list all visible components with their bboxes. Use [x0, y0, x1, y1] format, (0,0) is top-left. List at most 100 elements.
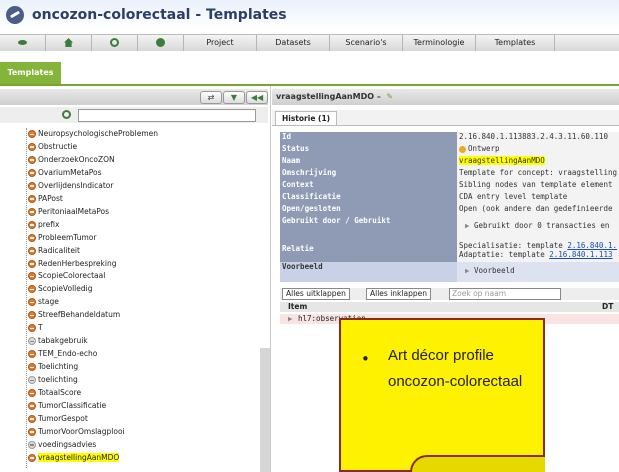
- prop-value-open: Open (ook andere dan gedefinieerde: [456, 204, 619, 216]
- tree-item[interactable]: stage: [28, 296, 59, 308]
- tree-item-label: TEM_Endo-echo: [38, 349, 98, 359]
- collapse-panel-button[interactable]: ◀◀: [246, 91, 268, 104]
- relatie-adaptatie-link[interactable]: 2.16.840.1.113: [549, 250, 612, 259]
- tree-item[interactable]: StreefBehandeldatum: [28, 309, 120, 321]
- tree-item[interactable]: tabakgebruik: [28, 335, 88, 347]
- tab-strip: [0, 51, 619, 86]
- template-icon: [28, 259, 36, 268]
- template-icon: [28, 194, 36, 203]
- template-header: vraagstellingAanMDO – ✎: [272, 89, 619, 105]
- tree-search-row: [0, 107, 268, 123]
- prop-key-classificatie: Classificatie: [280, 192, 457, 204]
- status-value: Ontwerp: [467, 144, 500, 153]
- tree-item[interactable]: Radicaliteit: [28, 245, 80, 257]
- prop-key-naam: Naam: [280, 156, 457, 168]
- tree-item[interactable]: TotaalScore: [28, 387, 82, 399]
- tree-item[interactable]: voedingsadvies: [28, 439, 96, 451]
- template-icon: [28, 311, 36, 320]
- view-icon-button[interactable]: [0, 35, 46, 51]
- template-tree-panel: ⇄ ▼ ◀◀ NeuropsychologischeProblemen Obstr…: [0, 86, 271, 472]
- tree-item-label: PeritoniaalMetaPos: [38, 206, 110, 216]
- relatie-specialisatie-label: Specialisatie: template: [458, 241, 568, 250]
- tree-item[interactable]: TumorGespot: [28, 413, 88, 425]
- refresh-button[interactable]: ⇄: [200, 91, 222, 104]
- tree-item[interactable]: TumorClassificatie: [28, 400, 106, 412]
- menu-item-scenarios[interactable]: Scenario's: [330, 35, 403, 51]
- main-menu: Project Datasets Scenario's Terminologie…: [0, 34, 619, 52]
- eye-icon: [18, 40, 27, 45]
- expand-arrow-icon: ▶: [464, 221, 474, 230]
- prop-value-relatie: Specialisatie: template 2.16.840.1. Adap…: [456, 238, 619, 262]
- search-by-name-input[interactable]: Zoek op naam: [449, 288, 561, 300]
- tree-item-label: ScopieVolledig: [38, 284, 93, 294]
- filter-button[interactable]: ▼: [223, 91, 245, 104]
- tree-item[interactable]: PAPost: [28, 193, 63, 205]
- template-icon: [28, 142, 36, 151]
- tree-item[interactable]: TumorVoorOmslagplooi: [28, 426, 125, 438]
- gear-icon: [156, 38, 165, 47]
- expand-all-button[interactable]: Alles uitklappen: [282, 288, 350, 300]
- template-icon: [28, 324, 36, 333]
- menu-item-project[interactable]: Project: [184, 35, 257, 51]
- menu-item-terminologie[interactable]: Terminologie: [403, 35, 476, 51]
- tree-item[interactable]: ScopieVolledig: [28, 283, 93, 295]
- annotation-note: • Art décor profile oncozon-colorectaal: [339, 318, 545, 472]
- prop-value-gebruikt[interactable]: ▶ Gebruikt door 0 transacties en: [456, 216, 619, 238]
- tree-item[interactable]: ScopieColorectaal: [28, 270, 106, 282]
- tree-item-label: vraagstellingAanMDO: [38, 452, 120, 462]
- tree-item-label: Obstructie: [38, 141, 78, 151]
- tree-item-label: ScopieColorectaal: [38, 271, 106, 281]
- template-icon: [28, 363, 36, 372]
- settings-button[interactable]: [138, 35, 184, 51]
- template-icon: [28, 298, 36, 307]
- tree-item[interactable]: T: [28, 322, 43, 334]
- tree-item-label: OnderzoekOncoZON: [38, 154, 115, 164]
- expand-arrow-icon: ▶: [288, 314, 293, 323]
- tree-item-label: prefix: [38, 219, 60, 229]
- tree-item-label: TumorVoorOmslagplooi: [38, 426, 125, 436]
- tree-controls: Alles uitklappen Alles inklappen Zoek op…: [280, 288, 619, 300]
- tree-item[interactable]: toelichting: [28, 374, 78, 386]
- tree-item[interactable]: vraagstellingAanMDO: [28, 452, 120, 464]
- tree-search-input[interactable]: [78, 109, 256, 122]
- menu-item-more[interactable]: [555, 35, 618, 51]
- tab-templates[interactable]: Templates: [0, 62, 61, 84]
- prop-value-voorbeeld[interactable]: ▶ Voorbeeld: [456, 262, 619, 282]
- tree-item[interactable]: OnderzoekOncoZON: [28, 154, 115, 166]
- menu-item-templates[interactable]: Templates: [476, 35, 555, 51]
- detail-tabs: Historie (1): [272, 110, 619, 126]
- search-button[interactable]: [92, 35, 138, 51]
- tree-item[interactable]: PeritoniaalMetaPos: [28, 206, 110, 218]
- search-icon: [62, 110, 71, 119]
- bullet-icon: •: [361, 350, 370, 368]
- template-icon: [28, 155, 36, 164]
- tab-historie[interactable]: Historie (1): [275, 111, 338, 125]
- tree-item[interactable]: ProbleemTumor: [28, 232, 97, 244]
- menu-item-datasets[interactable]: Datasets: [257, 35, 330, 51]
- tree-item[interactable]: prefix: [28, 219, 60, 231]
- template-header-title: vraagstellingAanMDO –: [276, 92, 381, 101]
- tree-scrollbar[interactable]: [260, 348, 270, 472]
- tree-item[interactable]: NeuropsychologischeProblemen: [28, 128, 158, 140]
- link-icon[interactable]: ✎: [384, 92, 393, 101]
- prop-key-omschrijving: Omschrijving: [280, 168, 457, 180]
- tree-item[interactable]: RedenHerbespreking: [28, 258, 116, 270]
- tree-item-label: OvariumMetaPos: [38, 167, 102, 177]
- tree-item[interactable]: OvariumMetaPos: [28, 167, 102, 179]
- tree-item[interactable]: TEM_Endo-echo: [28, 348, 98, 360]
- collapse-all-button[interactable]: Alles inklappen: [366, 288, 431, 300]
- relatie-specialisatie-link[interactable]: 2.16.840.1.: [567, 241, 617, 250]
- art-decor-logo-icon: [6, 6, 24, 24]
- filter-icon: ▼: [230, 93, 238, 102]
- tree-item[interactable]: Obstructie: [28, 141, 78, 153]
- prop-value-omschrijving: Template for concept: vraagstelling: [456, 168, 619, 180]
- tree-item-label: TotaalScore: [38, 388, 82, 397]
- status-draft-icon: [458, 145, 466, 153]
- tree-toolbar: ⇄ ▼ ◀◀: [0, 89, 268, 105]
- tree-item[interactable]: Toelichting: [28, 361, 78, 373]
- template-icon: [28, 453, 36, 462]
- tree-item[interactable]: OverlijdensIndicator: [28, 180, 113, 192]
- template-icon: [28, 246, 36, 255]
- home-button[interactable]: [46, 35, 92, 51]
- tree-item-label: ProbleemTumor: [38, 232, 97, 242]
